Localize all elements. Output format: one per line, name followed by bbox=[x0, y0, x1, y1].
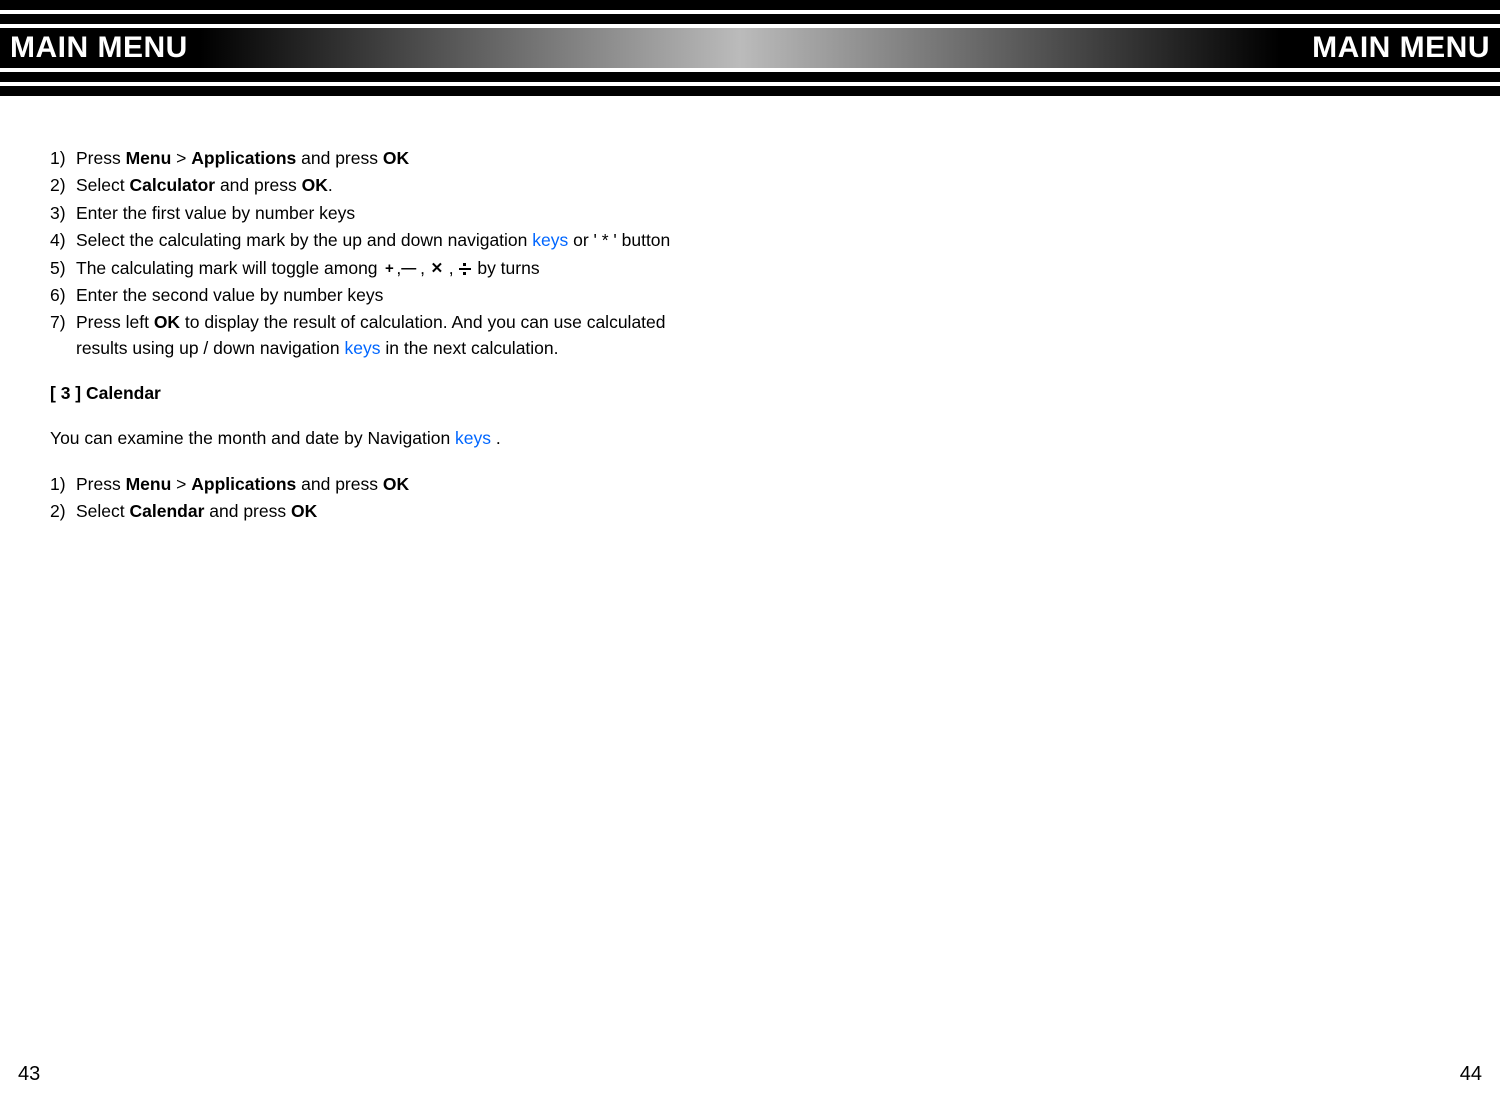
calendar-intro: You can examine the month and date by Na… bbox=[50, 426, 1450, 451]
step-number: 3) bbox=[50, 201, 76, 226]
step-number: 1) bbox=[50, 472, 76, 497]
list-item: 5) The calculating mark will toggle amon… bbox=[50, 256, 1450, 281]
step-number: 1) bbox=[50, 146, 76, 171]
footer: 43 44 bbox=[0, 1063, 1500, 1086]
step-body: Select the calculating mark by the up an… bbox=[76, 228, 1450, 253]
link-keys[interactable]: keys bbox=[532, 230, 568, 250]
step-body: Press Menu > Applications and press OK bbox=[76, 146, 1450, 171]
step-number: 2) bbox=[50, 499, 76, 524]
list-item: 6) Enter the second value by number keys bbox=[50, 283, 1450, 308]
header-title-right: MAIN MENU bbox=[1312, 31, 1490, 65]
title-band: MAIN MENU MAIN MENU bbox=[0, 28, 1500, 68]
list-item: 2) Select Calculator and press OK. bbox=[50, 173, 1450, 198]
page-number-left: 43 bbox=[18, 1063, 40, 1086]
list-item: 3) Enter the first value by number keys bbox=[50, 201, 1450, 226]
divide-icon bbox=[458, 262, 472, 276]
step-body: Press left OK to display the result of c… bbox=[76, 310, 1450, 361]
link-keys[interactable]: keys bbox=[455, 428, 491, 448]
header-stripes: MAIN MENU MAIN MENU bbox=[0, 0, 1500, 96]
header-title-left: MAIN MENU bbox=[10, 31, 188, 65]
step-body: Enter the first value by number keys bbox=[76, 201, 1450, 226]
list-item: 7) Press left OK to display the result o… bbox=[50, 310, 1450, 361]
plus-icon: + bbox=[382, 258, 396, 280]
step-body: Press Menu > Applications and press OK bbox=[76, 472, 1450, 497]
step-body: Select Calendar and press OK bbox=[76, 499, 1450, 524]
step-number: 7) bbox=[50, 310, 76, 361]
list-item: 1) Press Menu > Applications and press O… bbox=[50, 472, 1450, 497]
link-keys[interactable]: keys bbox=[345, 338, 381, 358]
step-number: 5) bbox=[50, 256, 76, 281]
calendar-steps-list: 1) Press Menu > Applications and press O… bbox=[50, 472, 1450, 525]
step-body: The calculating mark will toggle among +… bbox=[76, 256, 1450, 281]
calculator-steps-list: 1) Press Menu > Applications and press O… bbox=[50, 146, 1450, 361]
list-item: 1) Press Menu > Applications and press O… bbox=[50, 146, 1450, 171]
step-number: 4) bbox=[50, 228, 76, 253]
list-item: 4) Select the calculating mark by the up… bbox=[50, 228, 1450, 253]
step-body: Select Calculator and press OK. bbox=[76, 173, 1450, 198]
page-number-right: 44 bbox=[1460, 1063, 1482, 1086]
times-icon: ✕ bbox=[430, 258, 444, 280]
minus-icon: — bbox=[401, 258, 415, 280]
step-body: Enter the second value by number keys bbox=[76, 283, 1450, 308]
content-area: 1) Press Menu > Applications and press O… bbox=[0, 96, 1500, 525]
section-heading-calendar: [ 3 ] Calendar bbox=[50, 381, 1450, 406]
step-number: 2) bbox=[50, 173, 76, 198]
step-number: 6) bbox=[50, 283, 76, 308]
list-item: 2) Select Calendar and press OK bbox=[50, 499, 1450, 524]
